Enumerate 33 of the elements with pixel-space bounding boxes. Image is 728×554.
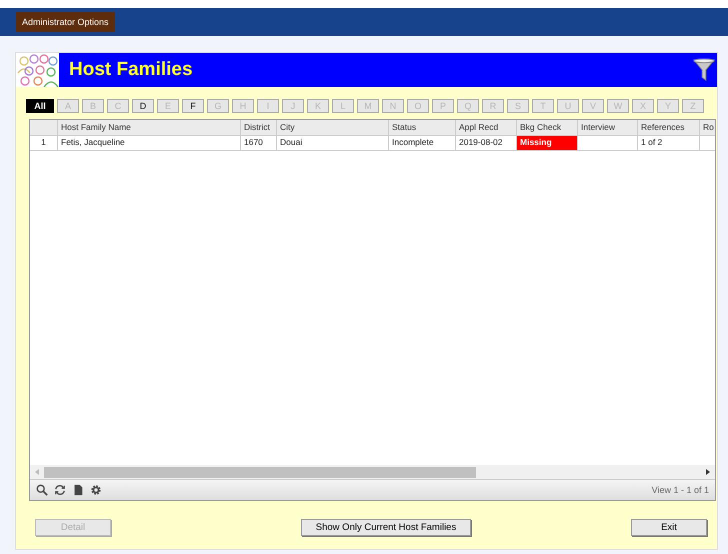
horizontal-scrollbar[interactable] <box>30 465 715 479</box>
column-header[interactable]: Interview <box>581 122 616 132</box>
settings-icon[interactable] <box>90 484 102 496</box>
column-header[interactable]: City <box>280 122 295 132</box>
action-button[interactable]: Exit <box>631 519 707 536</box>
filter-icon[interactable] <box>693 57 715 83</box>
column-header[interactable]: References <box>641 122 684 132</box>
refresh-icon[interactable] <box>54 484 66 496</box>
column-header[interactable]: Bkg Check <box>520 122 562 132</box>
document-icon[interactable] <box>72 484 84 496</box>
letter-tab[interactable]: All <box>26 99 54 113</box>
scroll-right-icon[interactable] <box>706 469 710 475</box>
letter-tab[interactable]: F <box>182 99 204 113</box>
administrator-options-button[interactable]: Administrator Options <box>16 12 115 32</box>
column-header[interactable]: Status <box>392 122 416 132</box>
column-header[interactable]: District <box>244 122 270 132</box>
record-count: View 1 - 1 of 1 <box>652 485 709 495</box>
table-cell: Douai <box>277 136 389 150</box>
table-cell: 1670 <box>241 136 277 150</box>
column-header[interactable]: Host Family Name <box>61 122 131 132</box>
action-button[interactable]: Show Only Current Host Families <box>301 519 471 536</box>
people-icon <box>16 53 59 87</box>
table-cell: 1 of 2 <box>638 136 700 150</box>
page-title: Host Families <box>69 59 194 81</box>
letter-tab[interactable]: D <box>132 99 154 113</box>
scroll-thumb[interactable] <box>44 466 476 478</box>
table-cell: Fetis, Jacqueline <box>58 136 241 150</box>
column-header[interactable]: Appl Recd <box>459 122 498 132</box>
search-icon[interactable] <box>36 484 48 496</box>
column-header[interactable]: Ro <box>703 122 714 132</box>
table-cell: Incomplete <box>389 136 456 150</box>
row-number: 1 <box>30 136 58 150</box>
table-cell: Missing <box>517 136 578 150</box>
